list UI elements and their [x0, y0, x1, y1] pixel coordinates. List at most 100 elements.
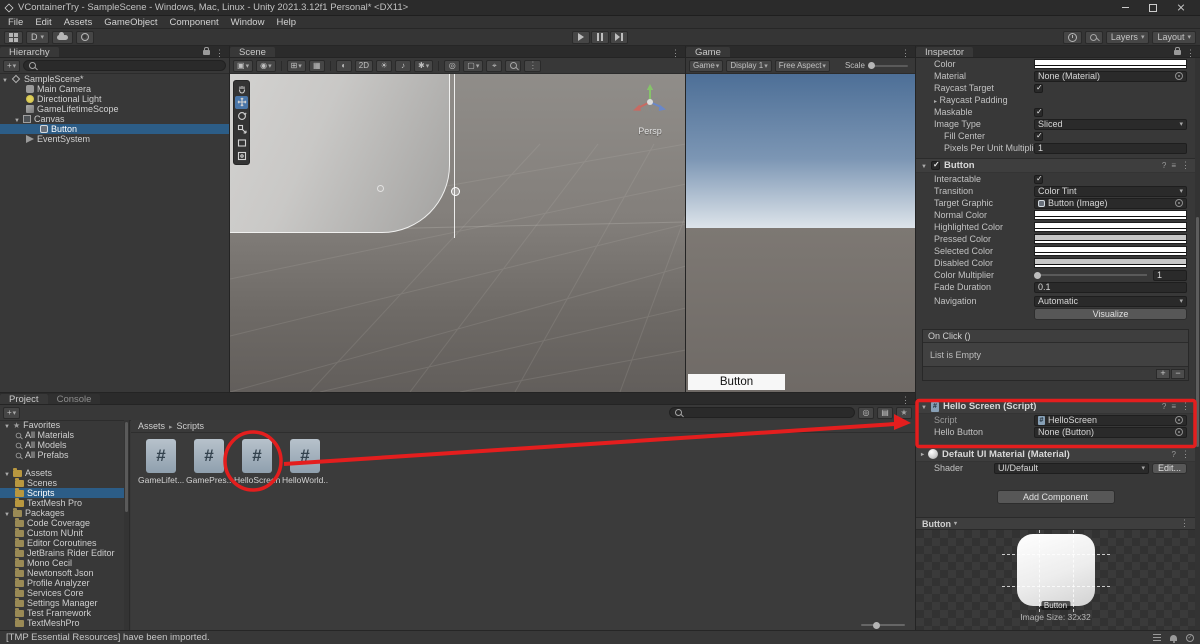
menu-item-component[interactable]: Component [164, 17, 225, 28]
game-viewport[interactable]: Button [686, 74, 915, 392]
preview-header[interactable]: Button ▾ [916, 517, 1195, 530]
add-listener-button[interactable]: + [1156, 368, 1170, 379]
tab-inspector[interactable]: Inspector [916, 47, 974, 58]
component-enabled-checkbox[interactable] [930, 160, 940, 170]
view-tool-button[interactable] [235, 82, 248, 96]
navigation-dropdown[interactable]: Automatic [1034, 295, 1187, 307]
lighting-toggle-button[interactable]: ☀ [376, 59, 393, 72]
scale-tool-button[interactable] [235, 123, 248, 137]
tree-scripts[interactable]: Scripts [0, 487, 129, 498]
rect-tool-button[interactable] [235, 136, 248, 150]
inspector-scrollbar[interactable] [1195, 58, 1200, 630]
lock-icon[interactable] [203, 47, 210, 55]
rotate-tool-button[interactable] [235, 109, 248, 123]
tree-package-item[interactable]: Profile Analyzer [0, 577, 129, 588]
ppu-field[interactable]: 1 [1034, 142, 1187, 154]
tab-game[interactable]: Game [686, 47, 730, 58]
camera-settings-button[interactable]: ▢ [463, 59, 484, 72]
tree-package-item[interactable]: JetBrains Rider Editor [0, 547, 129, 558]
highlighted-color-swatch[interactable] [1034, 222, 1187, 232]
hello-screen-component-header[interactable]: Hello Screen (Script) [916, 399, 1195, 414]
status-message[interactable]: [TMP Essential Resources] have been impo… [6, 632, 210, 643]
tree-package-item[interactable]: Code Coverage [0, 517, 129, 528]
tree-package-item[interactable]: TextMeshPro [0, 617, 129, 628]
tree-all-materials[interactable]: All Materials [0, 430, 129, 440]
hierarchy-item-directional-light[interactable]: Directional Light [0, 94, 229, 104]
foldout-icon[interactable] [4, 468, 10, 478]
cloud-button[interactable] [52, 30, 74, 44]
maskable-checkbox[interactable] [1034, 107, 1043, 117]
target-graphic-field[interactable]: Button (Image) [1034, 197, 1187, 209]
pressed-color-swatch[interactable] [1034, 234, 1187, 244]
pivot-handle[interactable] [451, 187, 460, 196]
tree-scrollbar[interactable] [124, 420, 129, 630]
move-tool-button[interactable] [235, 95, 248, 109]
game-view-menu[interactable]: Game [689, 59, 724, 72]
scale-slider[interactable] [867, 62, 908, 69]
tree-package-item[interactable]: Settings Manager [0, 597, 129, 608]
hello-button-object-field[interactable]: None (Button) [1034, 426, 1187, 438]
display-dropdown[interactable]: Display 1 [726, 59, 772, 72]
lock-icon[interactable] [1174, 47, 1181, 55]
aspect-dropdown[interactable]: Free Aspect [774, 59, 830, 72]
foldout-icon[interactable] [4, 420, 10, 430]
fill-center-checkbox[interactable] [1034, 131, 1043, 141]
pause-button[interactable] [591, 30, 609, 44]
tab-project[interactable]: Project [0, 394, 48, 405]
breadcrumb-current[interactable]: Scripts [177, 421, 205, 431]
normal-color-swatch[interactable] [1034, 210, 1187, 220]
add-component-button[interactable]: Add Component [996, 490, 1115, 504]
disabled-color-swatch[interactable] [1034, 258, 1187, 268]
image-type-dropdown[interactable]: Sliced [1034, 118, 1187, 130]
console-icon[interactable] [1153, 634, 1161, 641]
asset-gamepresenter[interactable]: GamePres... [186, 439, 232, 485]
color-swatch[interactable] [1034, 59, 1187, 69]
transform-tool-button[interactable] [235, 150, 248, 164]
hierarchy-searchbox[interactable] [23, 60, 226, 71]
object-picker-icon[interactable] [1175, 416, 1183, 424]
save-search-button[interactable] [896, 406, 912, 419]
foldout-icon[interactable] [921, 401, 927, 412]
preset-icon[interactable] [1171, 161, 1176, 170]
remove-listener-button[interactable]: − [1171, 368, 1185, 379]
tool-settings-button[interactable]: ▣ [233, 59, 254, 72]
tree-package-item[interactable]: Mono Cecil [0, 557, 129, 568]
snap-increment-button[interactable]: ▦ [308, 59, 325, 72]
tab-scene[interactable]: Scene [230, 47, 275, 58]
menu-item-assets[interactable]: Assets [58, 17, 99, 28]
search-by-type-button[interactable]: ◎ [858, 406, 874, 419]
tree-package-item[interactable]: Newtonsoft Json [0, 567, 129, 578]
close-button[interactable] [1167, 0, 1195, 15]
maximize-button[interactable] [1139, 0, 1167, 15]
tree-package-item[interactable]: Editor Coroutines [0, 537, 129, 548]
shader-edit-button[interactable]: Edit... [1151, 462, 1187, 474]
object-picker-icon[interactable] [1175, 428, 1183, 436]
scene-more-button[interactable] [524, 59, 542, 72]
account-grid-button[interactable] [4, 30, 23, 44]
thumbnail-zoom-slider[interactable] [861, 621, 905, 629]
notification-bell-icon[interactable] [1170, 634, 1177, 643]
color-multiplier-slider[interactable] [1034, 271, 1147, 279]
2d-toggle-button[interactable]: 2D [354, 59, 374, 72]
create-object-button[interactable]: + [3, 59, 21, 72]
component-menu-icon[interactable] [1181, 449, 1190, 460]
minimize-button[interactable] [1111, 0, 1139, 15]
tab-hierarchy[interactable]: Hierarchy [0, 47, 59, 58]
hierarchy-search-input[interactable] [39, 60, 220, 71]
menu-item-help[interactable]: Help [270, 17, 302, 28]
hierarchy-item-main-camera[interactable]: Main Camera [0, 84, 229, 94]
hierarchy-item-canvas[interactable]: Canvas [0, 114, 229, 124]
button-component-header[interactable]: Button [916, 158, 1195, 173]
asset-gamelifetimescope[interactable]: GameLifet... [138, 439, 184, 485]
search-by-label-button[interactable]: ▤ [877, 406, 893, 419]
foldout-icon[interactable] [14, 114, 20, 124]
menu-item-gameobject[interactable]: GameObject [98, 17, 163, 28]
tree-favorites[interactable]: Favorites [0, 420, 129, 430]
background-tasks-icon[interactable] [1186, 633, 1194, 642]
tree-packages-root[interactable]: Packages [0, 507, 129, 518]
global-search-button[interactable] [1084, 30, 1103, 44]
tree-all-prefabs[interactable]: All Prefabs [0, 450, 129, 460]
tree-package-item[interactable]: Custom NUnit [0, 527, 129, 538]
component-menu-icon[interactable] [1181, 401, 1190, 412]
project-searchbox[interactable] [669, 407, 855, 418]
